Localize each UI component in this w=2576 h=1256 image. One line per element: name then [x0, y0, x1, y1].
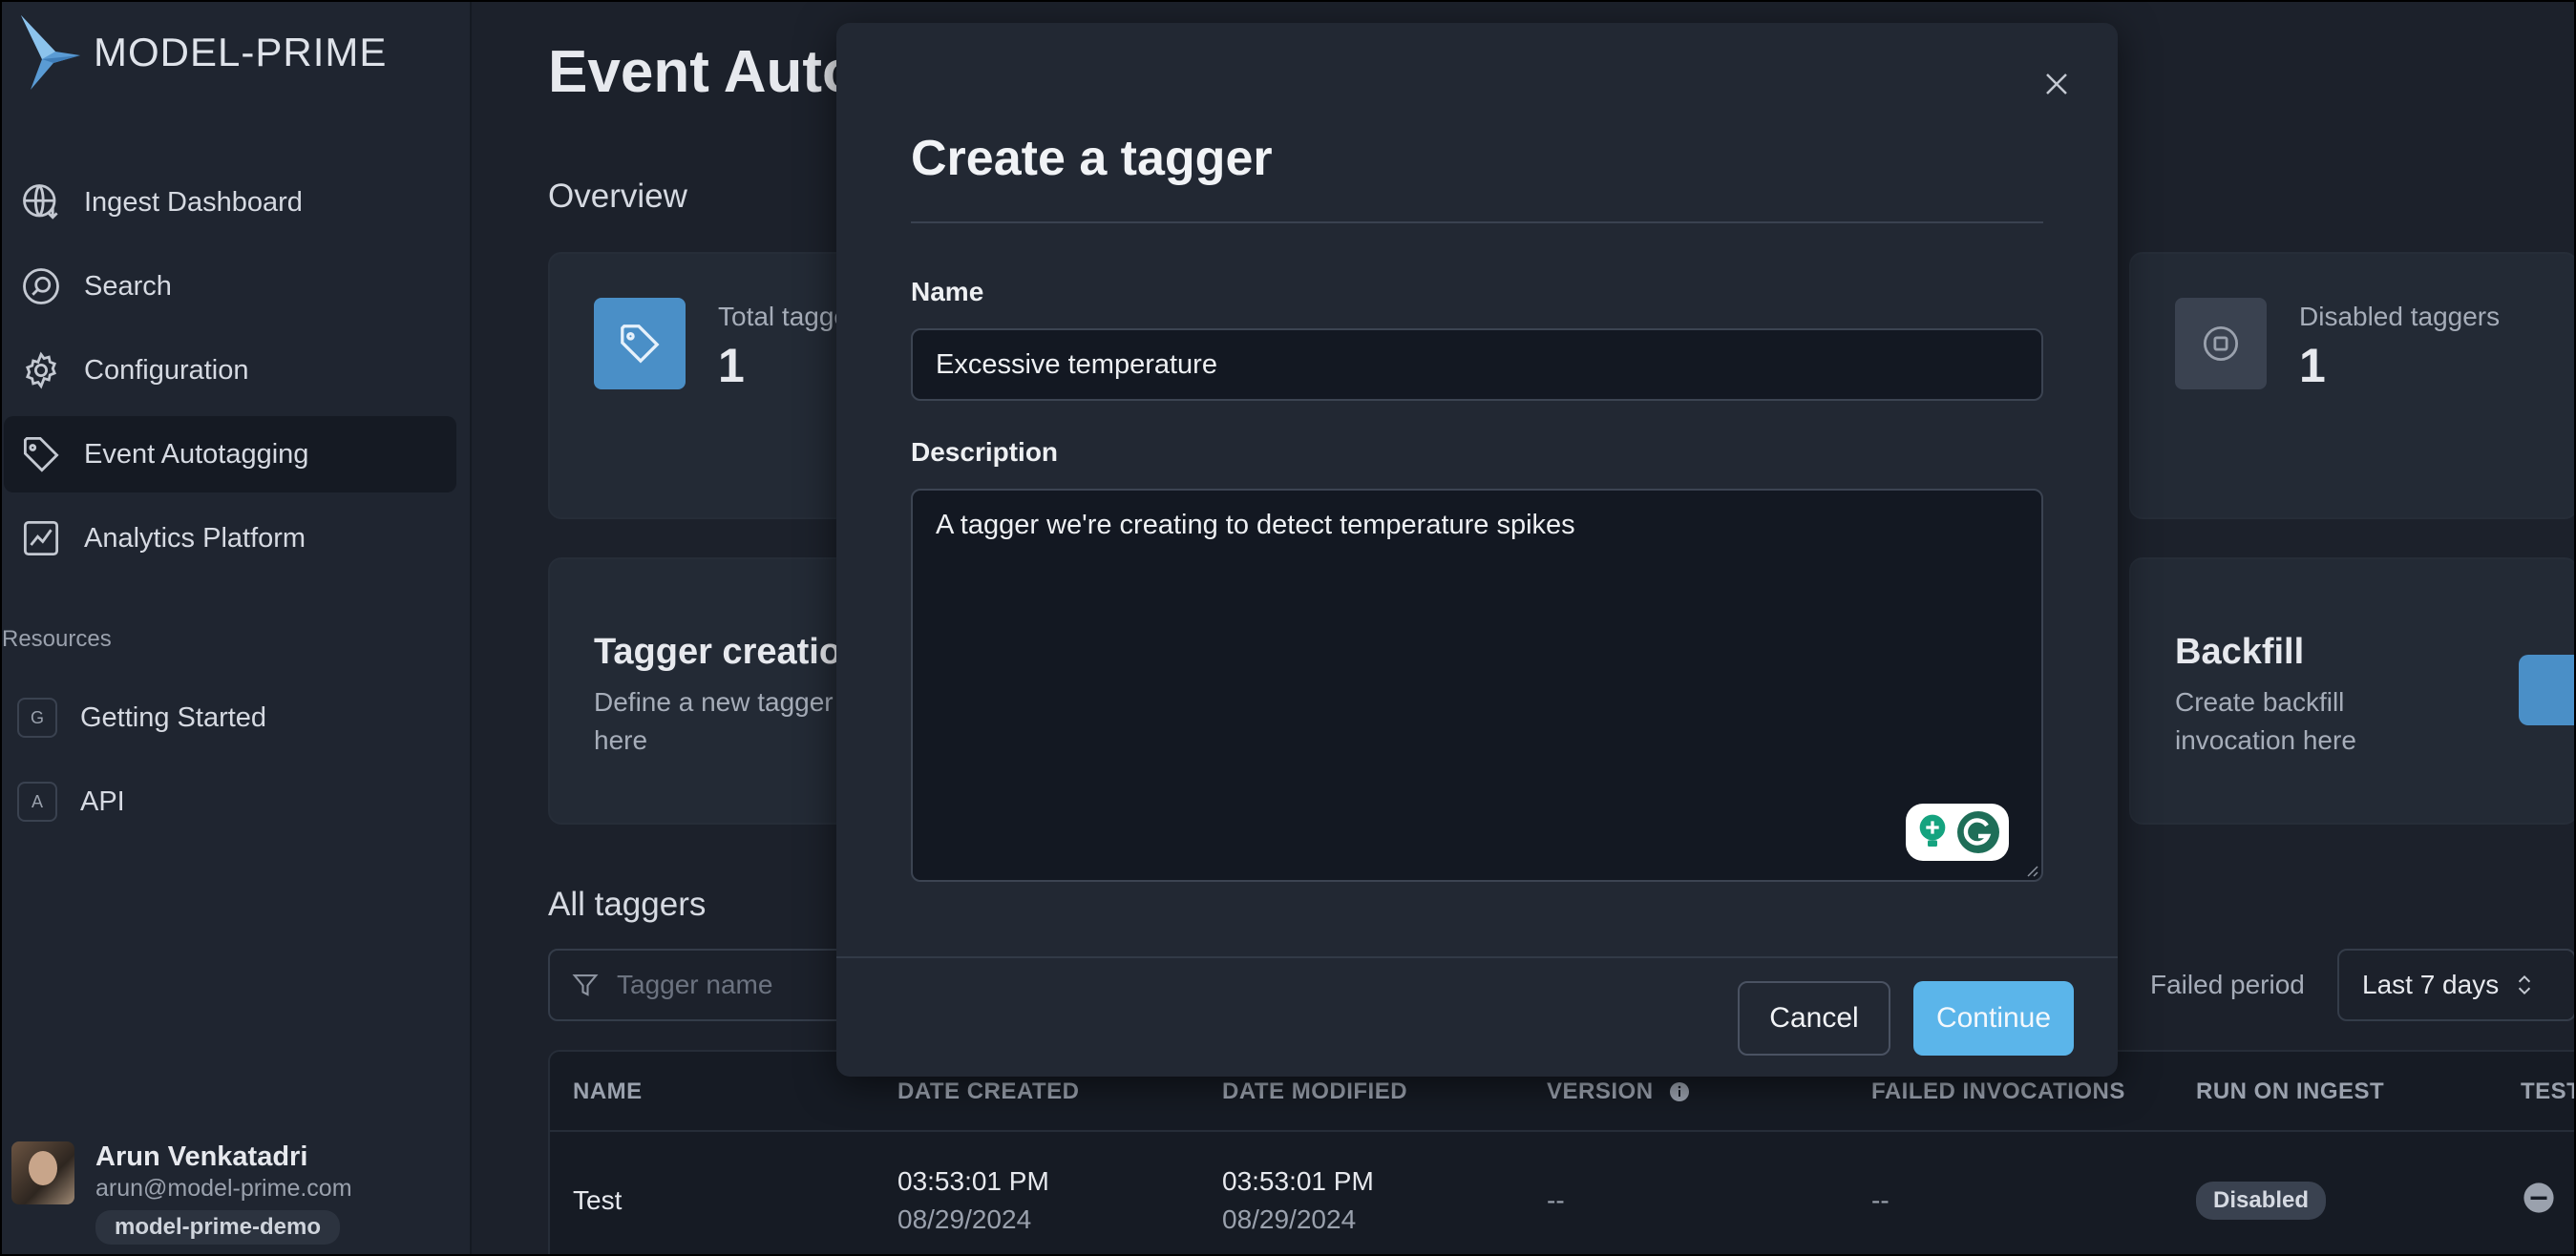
modal-divider [911, 221, 2043, 223]
description-label: Description [911, 437, 1059, 467]
name-label: Name [911, 277, 984, 306]
cancel-button[interactable]: Cancel [1738, 981, 1890, 1056]
continue-button[interactable]: Continue [1913, 981, 2074, 1056]
close-button[interactable] [2036, 63, 2078, 105]
resize-handle-icon[interactable] [2024, 863, 2039, 878]
lightbulb-icon[interactable] [1913, 811, 1952, 853]
create-tagger-modal: Create a tagger Name Description A tagge… [836, 23, 2118, 1077]
close-icon [2046, 73, 2067, 94]
description-textarea[interactable]: A tagger we're creating to detect temper… [911, 489, 2043, 882]
modal-title: Create a tagger [911, 131, 1273, 186]
modal-footer-divider [836, 956, 2118, 958]
grammarly-icon[interactable] [1955, 809, 2001, 855]
name-input[interactable] [911, 328, 2043, 401]
grammarly-widget[interactable] [1906, 804, 2009, 861]
